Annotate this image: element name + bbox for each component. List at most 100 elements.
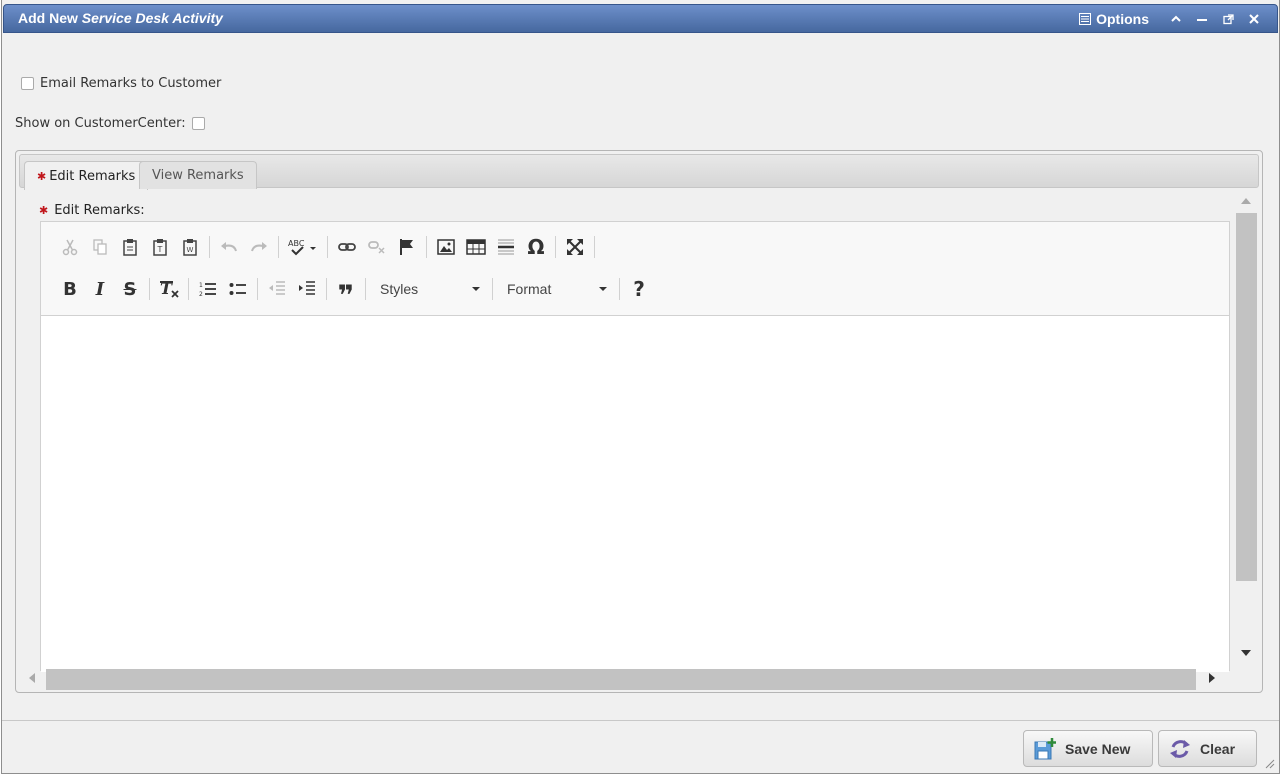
tab-edit-remarks[interactable]: ✱ Edit Remarks bbox=[24, 161, 149, 190]
close-icon bbox=[1249, 14, 1259, 24]
minimize-button[interactable] bbox=[1189, 10, 1215, 28]
link-button[interactable] bbox=[332, 233, 362, 261]
numbered-list-button[interactable]: 12 bbox=[193, 275, 223, 303]
scroll-right-arrow-icon[interactable] bbox=[1208, 673, 1216, 683]
dialog-title: Add New Service Desk Activity bbox=[18, 10, 223, 26]
scroll-up-arrow-icon[interactable] bbox=[1241, 197, 1251, 205]
close-button[interactable] bbox=[1241, 10, 1267, 28]
blockquote-button[interactable]: ❞ bbox=[331, 275, 361, 312]
email-remarks-label: Email Remarks to Customer bbox=[40, 76, 222, 91]
help-icon: ? bbox=[633, 277, 645, 301]
svg-text:W: W bbox=[187, 246, 194, 254]
scroll-left-arrow-icon[interactable] bbox=[28, 673, 36, 683]
maximize-button[interactable] bbox=[560, 233, 590, 261]
chevron-up-icon bbox=[1171, 15, 1181, 22]
styles-dropdown[interactable]: Styles bbox=[370, 276, 488, 302]
special-char-button[interactable]: Ω bbox=[521, 233, 551, 261]
show-customer-center-checkbox[interactable] bbox=[191, 117, 205, 130]
minimize-icon bbox=[1197, 19, 1207, 21]
strikethrough-icon: S bbox=[123, 278, 137, 300]
image-button[interactable] bbox=[431, 233, 461, 261]
toolbar-separator bbox=[594, 236, 595, 258]
title-entity: Service Desk Activity bbox=[81, 10, 223, 26]
editor-content-area[interactable] bbox=[41, 317, 1229, 672]
collapse-button[interactable] bbox=[1163, 10, 1189, 28]
maximize-icon bbox=[567, 239, 583, 255]
toolbar-separator bbox=[555, 236, 556, 258]
anchor-button[interactable] bbox=[392, 233, 422, 261]
email-remarks-row: Email Remarks to Customer bbox=[21, 76, 221, 91]
indent-icon bbox=[299, 281, 315, 295]
strikethrough-button[interactable]: S bbox=[115, 275, 145, 303]
save-new-label: Save New bbox=[1065, 740, 1131, 757]
clear-button[interactable]: Clear bbox=[1158, 730, 1257, 767]
copy-button[interactable] bbox=[85, 233, 115, 261]
toolbar-separator bbox=[365, 278, 366, 300]
resize-grip-icon[interactable] bbox=[1263, 757, 1275, 769]
bold-button[interactable]: B bbox=[55, 275, 85, 303]
paste-button[interactable] bbox=[115, 233, 145, 261]
paste-word-icon: W bbox=[183, 239, 197, 256]
options-button[interactable]: Options bbox=[1079, 11, 1149, 27]
paste-word-button[interactable]: W bbox=[175, 233, 205, 261]
copy-icon bbox=[93, 239, 107, 255]
toolbar-separator bbox=[149, 278, 150, 300]
horizontal-line-button[interactable] bbox=[491, 233, 521, 261]
required-asterisk-icon: ✱ bbox=[37, 169, 47, 183]
toolbar-row-2: B I S T 12 ❞ Styles Format ? bbox=[55, 275, 654, 312]
vertical-scroll-thumb[interactable] bbox=[1236, 213, 1257, 581]
table-button[interactable] bbox=[461, 233, 491, 261]
dialog-window: Add New Service Desk Activity Options Em… bbox=[1, 0, 1280, 774]
svg-text:T: T bbox=[157, 245, 163, 254]
svg-text:1: 1 bbox=[199, 282, 203, 289]
chevron-down-icon bbox=[472, 287, 480, 291]
email-remarks-checkbox[interactable] bbox=[21, 77, 34, 90]
toolbar-row-1: T W ABC Ω bbox=[55, 233, 599, 261]
refresh-icon bbox=[1170, 739, 1190, 758]
footer-divider bbox=[2, 720, 1279, 721]
quote-icon: ❞ bbox=[337, 278, 355, 312]
bulleted-list-button[interactable] bbox=[223, 275, 253, 303]
italic-button[interactable]: I bbox=[85, 275, 115, 303]
spellcheck-button[interactable]: ABC bbox=[283, 233, 323, 261]
paste-text-icon: T bbox=[153, 239, 167, 256]
tab-bar: ✱ Edit Remarks View Remarks bbox=[19, 154, 1259, 190]
outdent-button[interactable] bbox=[262, 275, 292, 303]
indent-button[interactable] bbox=[292, 275, 322, 303]
tab-view-remarks[interactable]: View Remarks bbox=[139, 161, 257, 189]
toolbar-separator bbox=[257, 278, 258, 300]
clear-label: Clear bbox=[1200, 740, 1236, 757]
omega-icon: Ω bbox=[527, 235, 545, 259]
undo-button[interactable] bbox=[214, 233, 244, 261]
scissors-icon bbox=[62, 239, 78, 256]
tab-view-remarks-label: View Remarks bbox=[152, 168, 244, 183]
toolbar-separator bbox=[426, 236, 427, 258]
options-list-icon bbox=[1079, 13, 1092, 25]
horizontal-scroll-thumb[interactable] bbox=[46, 669, 1196, 690]
redo-button[interactable] bbox=[244, 233, 274, 261]
scroll-down-arrow-icon[interactable] bbox=[1241, 649, 1251, 657]
paste-text-button[interactable]: T bbox=[145, 233, 175, 261]
horizontal-scrollbar[interactable] bbox=[26, 666, 1236, 690]
title-prefix: Add New bbox=[18, 10, 78, 26]
cut-button[interactable] bbox=[55, 233, 85, 261]
link-icon bbox=[338, 243, 356, 251]
flag-icon bbox=[400, 239, 413, 255]
unlink-button[interactable] bbox=[362, 233, 392, 261]
numbered-list-icon: 12 bbox=[199, 282, 216, 298]
bulleted-list-icon bbox=[229, 283, 246, 295]
options-label: Options bbox=[1096, 11, 1149, 27]
toolbar-separator bbox=[278, 236, 279, 258]
format-dropdown[interactable]: Format bbox=[497, 276, 615, 302]
toolbar-separator bbox=[327, 236, 328, 258]
remarks-panel: ✱ Edit Remarks View Remarks ✱ Edit Remar… bbox=[15, 150, 1263, 693]
save-new-button[interactable]: Save New bbox=[1023, 730, 1153, 767]
vertical-scrollbar[interactable] bbox=[1234, 195, 1258, 665]
editor-toolbar: T W ABC Ω B I S T 1 2 ❞ Styles Format ? bbox=[41, 222, 1229, 316]
help-button[interactable]: ? bbox=[624, 275, 654, 303]
bold-icon: B bbox=[63, 278, 77, 300]
rich-text-editor: T W ABC Ω B I S T 1 2 ❞ Styles Format ? bbox=[40, 221, 1230, 672]
popout-button[interactable] bbox=[1215, 10, 1241, 28]
remove-format-button[interactable]: T bbox=[154, 275, 184, 303]
show-customer-center-label: Show on CustomerCenter: bbox=[15, 116, 186, 131]
